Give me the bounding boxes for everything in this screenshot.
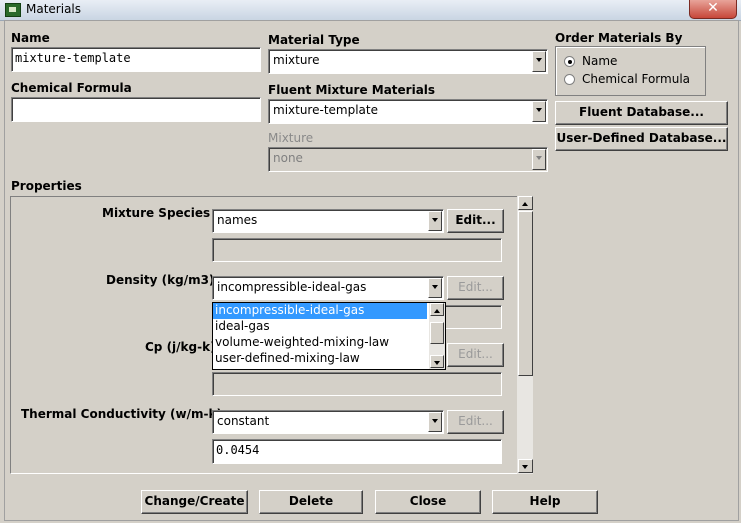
density-value: incompressible-ideal-gas	[217, 280, 367, 294]
user-defined-database-button[interactable]: User-Defined Database...	[555, 127, 728, 151]
mixture-value: none	[273, 151, 303, 165]
thermal-conductivity-edit-button: Edit...	[447, 410, 504, 434]
delete-button[interactable]: Delete	[259, 490, 363, 514]
thermal-conductivity-select[interactable]: constant	[212, 410, 444, 434]
order-by-group	[555, 46, 706, 96]
mixture-species-select[interactable]: names	[212, 209, 444, 233]
chevron-down-icon[interactable]	[532, 101, 546, 122]
mixture-label: Mixture	[268, 131, 314, 145]
thermal-conductivity-label: Thermal Conductivity (w/m-k)	[21, 407, 222, 421]
close-button[interactable]: Close	[375, 490, 481, 514]
density-label: Density (kg/m3)	[106, 273, 215, 287]
material-type-select[interactable]: mixture	[268, 49, 548, 74]
density-option[interactable]: volume-weighted-mixing-law	[213, 335, 427, 351]
close-window-button[interactable]: ✕	[689, 0, 737, 19]
cp-edit-button: Edit...	[447, 343, 504, 367]
material-type-value: mixture	[273, 53, 320, 67]
cp-extra-field	[212, 372, 502, 396]
mixture-species-extra-field	[212, 238, 502, 262]
material-type-label: Material Type	[268, 33, 360, 47]
order-name-radio[interactable]	[564, 56, 575, 67]
properties-label: Properties	[11, 179, 82, 193]
chevron-down-icon[interactable]	[532, 51, 546, 72]
fluent-mixture-select[interactable]: mixture-template	[268, 99, 548, 124]
scroll-thumb[interactable]	[518, 211, 533, 376]
name-label: Name	[11, 31, 50, 45]
cp-label: Cp (j/kg-k)	[145, 340, 216, 354]
dropdown-scroll-down-icon[interactable]	[430, 355, 444, 368]
mixture-species-edit-button[interactable]: Edit...	[447, 209, 504, 233]
name-field[interactable]: mixture-template	[11, 47, 261, 72]
fluent-database-button[interactable]: Fluent Database...	[555, 101, 728, 125]
chevron-down-icon[interactable]	[428, 278, 442, 298]
density-option[interactable]: incompressible-ideal-gas	[213, 303, 427, 319]
chevron-down-icon[interactable]	[428, 211, 442, 231]
title-bar	[0, 0, 741, 21]
scroll-down-icon[interactable]	[518, 459, 533, 473]
order-formula-radio[interactable]	[564, 74, 575, 85]
chemical-formula-field[interactable]	[11, 97, 261, 122]
density-select[interactable]: incompressible-ideal-gas	[212, 276, 444, 300]
order-name-label[interactable]: Name	[582, 54, 617, 68]
chevron-down-icon[interactable]	[428, 412, 442, 432]
thermal-conductivity-value: constant	[217, 414, 270, 428]
change-create-button[interactable]: Change/Create	[141, 490, 248, 514]
chevron-down-icon	[532, 149, 546, 170]
fluent-mixture-value: mixture-template	[273, 103, 378, 117]
help-button[interactable]: Help	[492, 490, 598, 514]
window-title: Materials	[26, 2, 82, 16]
app-icon	[5, 3, 21, 17]
scroll-up-icon[interactable]	[518, 196, 533, 210]
mixture-species-label: Mixture Species	[102, 206, 211, 220]
mixture-species-value: names	[217, 213, 258, 227]
density-option[interactable]: user-defined-mixing-law	[213, 351, 427, 367]
order-by-label: Order Materials By	[555, 31, 683, 45]
fluent-mixture-label: Fluent Mixture Materials	[268, 83, 436, 97]
dropdown-scroll-thumb[interactable]	[430, 322, 444, 344]
dropdown-scroll-up-icon[interactable]	[430, 303, 444, 316]
order-formula-label[interactable]: Chemical Formula	[582, 72, 690, 86]
thermal-conductivity-constant-field[interactable]: 0.0454	[212, 439, 502, 464]
density-option[interactable]: ideal-gas	[213, 319, 427, 335]
chemical-formula-label: Chemical Formula	[11, 81, 132, 95]
density-edit-button: Edit...	[447, 276, 504, 300]
mixture-select: none	[268, 147, 548, 172]
